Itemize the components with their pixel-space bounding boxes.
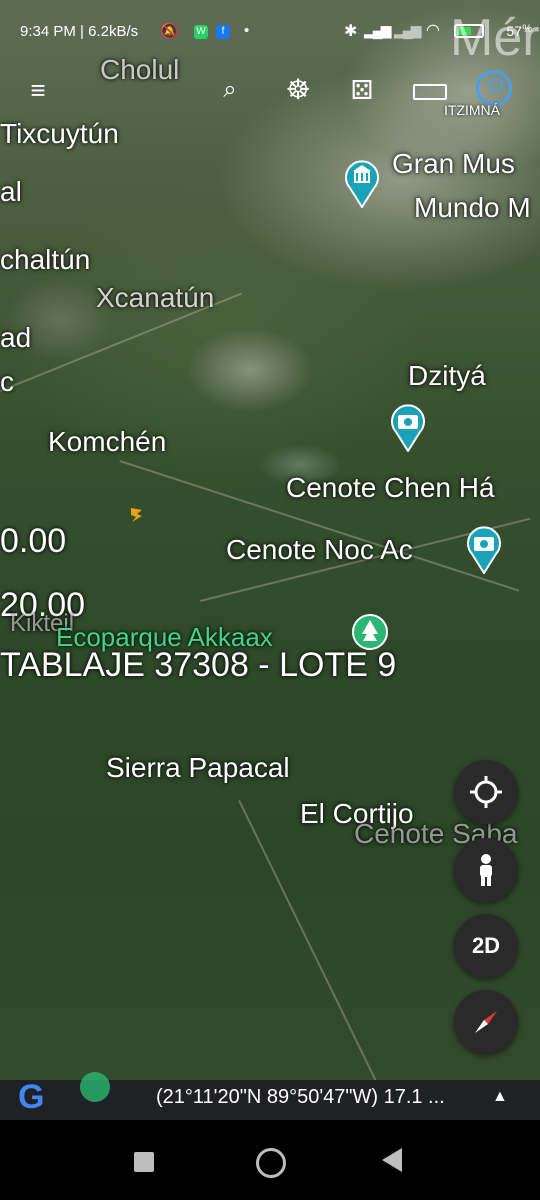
voyager-wheel-icon[interactable]: ☸ bbox=[280, 72, 316, 108]
more-dot-icon: • bbox=[244, 22, 250, 39]
compass-button[interactable] bbox=[454, 990, 518, 1054]
toggle-2d-button[interactable]: 2D bbox=[454, 914, 518, 978]
signal-2-icon: ▂▄▆ bbox=[394, 22, 421, 38]
place-label-itzimna: ITZIMNÁ bbox=[444, 102, 500, 118]
coordinates-readout[interactable]: (21°11'20"N 89°50'47"W) 17.1 ... bbox=[156, 1086, 445, 1109]
my-location-button[interactable] bbox=[454, 760, 518, 824]
system-nav-bar bbox=[0, 1120, 540, 1200]
map-label-cenote-noc-ac[interactable]: Cenote Noc Ac bbox=[226, 536, 413, 564]
expand-up-icon[interactable]: ▲ bbox=[492, 1088, 508, 1106]
back-button-icon[interactable] bbox=[382, 1148, 402, 1172]
map-label-gran-mus[interactable]: Gran Mus bbox=[392, 150, 515, 178]
map-label-ad[interactable]: ad bbox=[0, 324, 31, 352]
random-dice-icon[interactable]: ⚄ bbox=[344, 72, 380, 108]
wifi-icon: ◠ bbox=[426, 22, 440, 39]
home-button-icon[interactable] bbox=[256, 1148, 286, 1178]
photo-pin-icon[interactable] bbox=[388, 402, 428, 452]
map-label-tixcuytun[interactable]: Tixcuytún bbox=[0, 120, 119, 148]
photo-pin-icon[interactable] bbox=[464, 524, 504, 574]
placemark-label-tablaje[interactable]: TABLAJE 37308 - LOTE 9 bbox=[0, 648, 396, 682]
map-label-sierra-papacal[interactable]: Sierra Papacal bbox=[106, 754, 290, 782]
map-label-value-1: 0.00 bbox=[0, 522, 67, 560]
map-label-c[interactable]: c bbox=[0, 368, 14, 396]
map-label-dzitya[interactable]: Dzityá bbox=[408, 362, 486, 390]
street-view-button[interactable] bbox=[454, 838, 518, 902]
account-avatar-icon[interactable] bbox=[476, 70, 512, 106]
map-label-chaltun[interactable]: chaltún bbox=[0, 246, 90, 274]
facebook-icon: f bbox=[216, 25, 230, 39]
notifications-off-icon: 🔕 bbox=[160, 23, 179, 40]
park-pin-partial-icon bbox=[80, 1072, 110, 1102]
city-label-corner: Mér bbox=[450, 9, 540, 67]
status-time-speed: 9:34 PM | 6.2kB/s bbox=[20, 23, 139, 40]
placemark-marker-icon[interactable] bbox=[128, 506, 146, 524]
museum-pin-icon[interactable] bbox=[342, 158, 382, 208]
crosshair-icon bbox=[470, 776, 502, 808]
compass-icon bbox=[475, 1011, 497, 1033]
search-icon[interactable]: ⌕ bbox=[212, 72, 248, 108]
whatsapp-icon: W bbox=[194, 25, 208, 39]
map-label-al[interactable]: al bbox=[0, 178, 22, 206]
map-label-cenote-chen-ha[interactable]: Cenote Chen Há bbox=[286, 474, 495, 502]
pegman-icon bbox=[480, 854, 492, 886]
map-label-cholul[interactable]: Cholul bbox=[100, 56, 179, 84]
view-mode-label: 2D bbox=[471, 933, 501, 958]
map-label-mundo[interactable]: Mundo M bbox=[414, 194, 531, 222]
google-logo-icon: G bbox=[18, 1078, 45, 1116]
menu-icon[interactable]: ≡ bbox=[20, 72, 56, 108]
map-label-komchen[interactable]: Komchén bbox=[48, 428, 166, 456]
signal-icon: ▂▄▆ bbox=[364, 22, 391, 38]
satellite-map[interactable]: Cholul Tixcuytún al chaltún Xcanatún ad … bbox=[0, 0, 540, 1080]
bluetooth-icon: ✱ bbox=[344, 23, 358, 40]
recents-button-icon[interactable] bbox=[134, 1152, 154, 1172]
park-pin-icon[interactable] bbox=[350, 612, 390, 662]
map-label-xcanatun[interactable]: Xcanatún bbox=[96, 284, 214, 312]
